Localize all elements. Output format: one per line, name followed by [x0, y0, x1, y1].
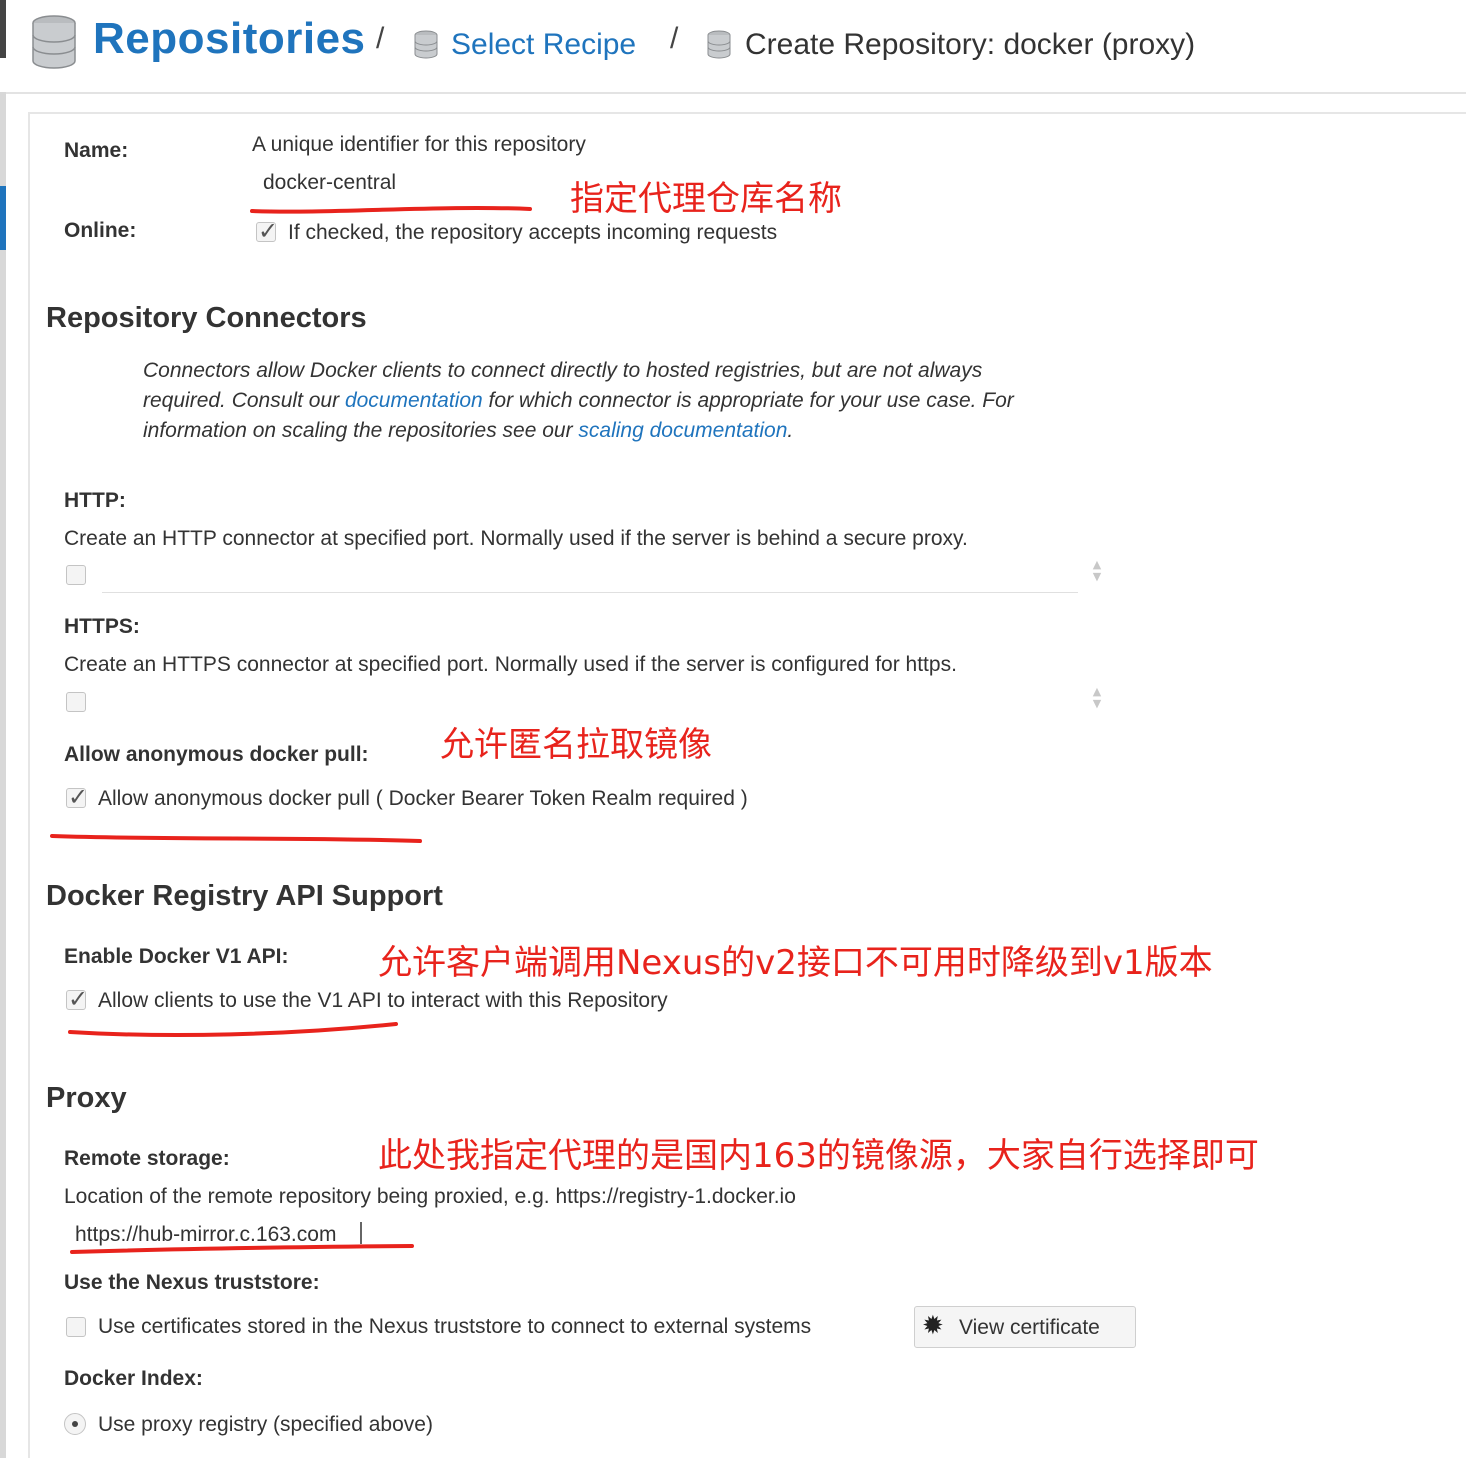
view-certificate-button[interactable]: ✹ View certificate [914, 1306, 1136, 1348]
http-label: HTTP: [64, 489, 126, 512]
connectors-heading: Repository Connectors [46, 302, 367, 334]
breadcrumb-separator: / [670, 22, 679, 55]
https-port-spinner[interactable]: ▲ ▼ [1090, 686, 1104, 712]
http-port-spinner[interactable]: ▲ ▼ [1090, 559, 1104, 585]
name-help: A unique identifier for this repository [252, 133, 586, 156]
https-help: Create an HTTPS connector at specified p… [64, 653, 957, 676]
online-label: Online: [64, 219, 137, 242]
database-icon [707, 30, 731, 59]
use-proxy-registry-radio[interactable] [64, 1413, 86, 1435]
gear-icon: ✹ [922, 1311, 944, 1341]
https-checkbox[interactable] [66, 692, 86, 712]
v1-api-checkbox[interactable]: ✓ [66, 985, 88, 1013]
checkmark-icon: ✓ [258, 217, 279, 245]
sidebar-edge [0, 92, 6, 1458]
page-header: Repositories / Select Recipe / Create Re… [0, 0, 1466, 94]
breadcrumb-repositories[interactable]: Repositories [93, 14, 366, 64]
view-certificate-label: View certificate [959, 1316, 1100, 1339]
annotation-v1-api: 允许客户端调用Nexus的v2接口不可用时降级到v1版本 [378, 943, 1213, 983]
name-input[interactable]: docker-central [263, 171, 523, 199]
documentation-link[interactable]: documentation [345, 389, 483, 412]
online-text: If checked, the repository accepts incom… [288, 221, 778, 244]
v1-api-label: Enable Docker V1 API: [64, 945, 289, 968]
database-icon [32, 15, 76, 69]
breadcrumb-select-recipe[interactable]: Select Recipe [451, 28, 636, 62]
name-label: Name: [64, 139, 129, 162]
annotation-remote-storage: 此处我指定代理的是国内163的镜像源，大家自行选择即可 [378, 1136, 1259, 1176]
sidebar-active-indicator [0, 186, 6, 250]
proxy-heading: Proxy [46, 1082, 127, 1114]
breadcrumb-current: Create Repository: docker (proxy) [745, 28, 1196, 61]
v1-api-text: Allow clients to use the V1 API to inter… [98, 989, 668, 1012]
remote-storage-help: Location of the remote repository being … [64, 1185, 796, 1208]
annotation-name: 指定代理仓库名称 [570, 179, 842, 219]
connectors-desc-text: . [787, 419, 794, 442]
truststore-text: Use certificates stored in the Nexus tru… [98, 1315, 812, 1338]
http-checkbox[interactable] [66, 565, 86, 585]
scaling-documentation-link[interactable]: scaling documentation [578, 419, 787, 442]
radio-dot [72, 1421, 78, 1427]
checkmark-icon: ✓ [68, 985, 89, 1013]
http-port-input[interactable] [102, 592, 1078, 593]
use-proxy-registry-text: Use proxy registry (specified above) [98, 1413, 433, 1436]
online-checkbox[interactable]: ✓ [256, 217, 278, 245]
checkmark-icon: ✓ [68, 783, 89, 811]
api-heading: Docker Registry API Support [46, 880, 443, 912]
https-label: HTTPS: [64, 615, 140, 638]
docker-index-label: Docker Index: [64, 1367, 203, 1390]
remote-storage-input[interactable]: https://hub-mirror.c.163.com [75, 1223, 395, 1251]
breadcrumb-separator: / [376, 22, 385, 55]
annotation-anonymous-pull: 允许匿名拉取镜像 [440, 725, 712, 765]
truststore-label: Use the Nexus truststore: [64, 1271, 320, 1294]
anonymous-pull-text: Allow anonymous docker pull ( Docker Bea… [98, 787, 748, 810]
anonymous-pull-label: Allow anonymous docker pull: [64, 743, 369, 766]
truststore-checkbox[interactable] [66, 1317, 86, 1337]
remote-storage-label: Remote storage: [64, 1147, 230, 1170]
http-help: Create an HTTP connector at specified po… [64, 527, 968, 550]
header-edge [0, 0, 6, 58]
anonymous-pull-checkbox[interactable]: ✓ [66, 783, 88, 811]
database-icon [414, 30, 438, 59]
connectors-description: Connectors allow Docker clients to conne… [143, 356, 1043, 446]
